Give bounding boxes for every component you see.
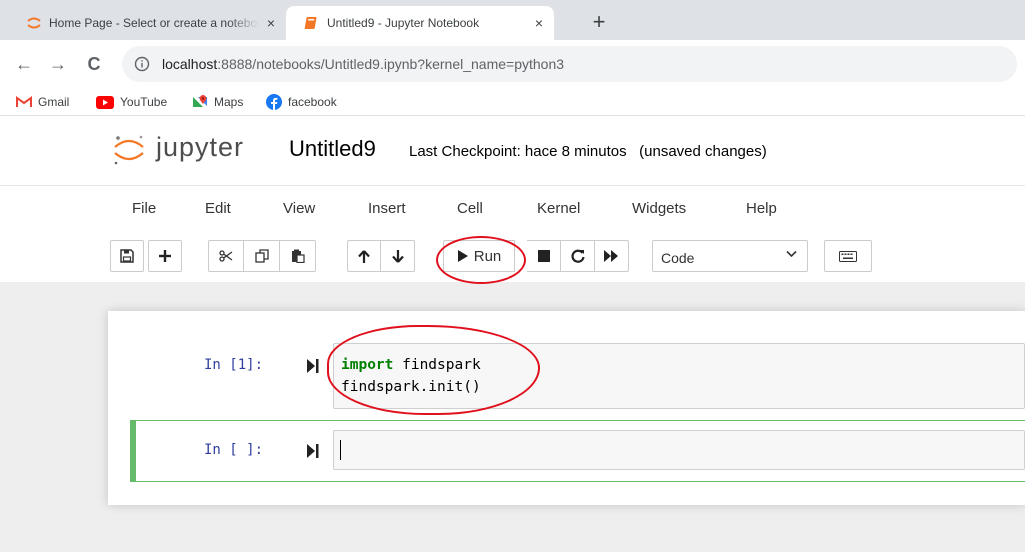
menu-view[interactable]: View — [283, 200, 315, 217]
move-down-button[interactable] — [381, 240, 415, 272]
keyboard-icon — [839, 250, 857, 262]
menu-bar: File Edit View Insert Cell Kernel Widget… — [100, 186, 1025, 232]
plus-icon — [159, 250, 171, 262]
notebook-name[interactable]: Untitled9 — [289, 136, 376, 162]
menu-widgets[interactable]: Widgets — [632, 200, 686, 217]
text-cursor — [340, 440, 341, 460]
menu-insert[interactable]: Insert — [368, 200, 406, 217]
arrow-up-icon — [358, 249, 370, 263]
bookmark-label: Maps — [214, 95, 244, 109]
move-up-button[interactable] — [347, 240, 381, 272]
cut-icon — [219, 250, 233, 262]
browser-toolbar: ← → C localhost:8888/notebooks/Untitled9… — [0, 40, 1025, 88]
close-icon[interactable]: × — [262, 14, 280, 32]
bookmark-facebook[interactable]: facebook — [266, 92, 337, 112]
menu-cell[interactable]: Cell — [457, 200, 483, 217]
tab-title: Untitled9 - Jupyter Notebook — [327, 16, 480, 30]
info-icon[interactable] — [134, 56, 150, 72]
run-cell-icon[interactable] — [307, 444, 319, 458]
arrow-down-icon — [391, 249, 404, 263]
cut-button[interactable] — [208, 240, 244, 272]
tab-title: Home Page - Select or create a notebook — [49, 16, 259, 30]
code-annotation — [327, 325, 540, 415]
restart-run-all-button[interactable] — [595, 240, 629, 272]
run-button-annotation — [436, 236, 526, 284]
notebook-toolbar: Run Code — [100, 236, 1025, 278]
address-bar[interactable]: localhost:8888/notebooks/Untitled9.ipynb… — [122, 46, 1017, 82]
tab-home-page[interactable]: Home Page - Select or create a notebook … — [8, 6, 286, 40]
bookmark-label: Gmail — [38, 95, 70, 109]
jupyter-logo-icon[interactable] — [112, 133, 146, 167]
chevron-down-icon — [786, 250, 797, 258]
url-path: :8888/notebooks/Untitled9.ipynb?kernel_n… — [217, 56, 565, 72]
jupyter-favicon-icon — [27, 17, 41, 29]
bookmark-gmail[interactable]: Gmail — [16, 92, 69, 112]
youtube-icon — [96, 95, 114, 109]
save-button[interactable] — [110, 240, 144, 272]
jupyter-header: jupyter Untitled9 Last Checkpoint: hace … — [0, 116, 1025, 186]
unsaved-changes: (unsaved changes) — [639, 143, 767, 160]
browser-tab-strip: Home Page - Select or create a notebook … — [0, 0, 1025, 40]
menu-help[interactable]: Help — [746, 200, 777, 217]
menu-edit[interactable]: Edit — [205, 200, 231, 217]
save-icon — [120, 249, 134, 263]
bookmark-maps[interactable]: Maps — [192, 92, 243, 112]
paste-button[interactable] — [280, 240, 316, 272]
restart-icon — [570, 249, 585, 263]
code-input-area[interactable] — [333, 430, 1025, 470]
facebook-icon — [266, 94, 282, 110]
fast-forward-icon — [604, 250, 618, 262]
back-button[interactable]: ← — [12, 52, 36, 76]
run-cell-icon[interactable] — [307, 359, 319, 373]
cell-type-value: Code — [661, 250, 695, 266]
bookmarks-bar: Gmail YouTube Maps facebook — [0, 88, 1025, 116]
bookmark-youtube[interactable]: YouTube — [96, 92, 167, 112]
jupyter-wordmark[interactable]: jupyter — [156, 132, 244, 163]
gmail-icon — [16, 96, 32, 107]
interrupt-button[interactable] — [527, 240, 561, 272]
cell-type-select[interactable]: Code — [652, 240, 808, 272]
close-icon[interactable]: × — [530, 14, 548, 32]
stop-icon — [537, 250, 550, 262]
forward-button[interactable]: → — [46, 52, 70, 76]
reload-button[interactable]: C — [82, 52, 106, 76]
copy-icon — [254, 249, 269, 263]
new-tab-button[interactable]: + — [586, 10, 612, 36]
copy-button[interactable] — [244, 240, 280, 272]
bookmark-label: YouTube — [120, 95, 168, 109]
cell-prompt: In [1]: — [204, 357, 264, 373]
notebook-favicon-icon — [304, 17, 317, 29]
command-palette-button[interactable] — [824, 240, 872, 272]
checkpoint-status: Last Checkpoint: hace 8 minutos (unsaved… — [409, 143, 767, 160]
restart-button[interactable] — [561, 240, 595, 272]
insert-cell-button[interactable] — [148, 240, 182, 272]
paste-icon — [291, 249, 305, 263]
maps-icon — [193, 95, 207, 107]
last-checkpoint: Last Checkpoint: hace 8 minutos — [409, 143, 627, 160]
url-host: localhost — [162, 56, 218, 72]
url-text[interactable]: localhost:8888/notebooks/Untitled9.ipynb… — [162, 56, 564, 72]
menu-kernel[interactable]: Kernel — [537, 200, 580, 217]
bookmark-label: facebook — [288, 95, 337, 109]
cell-prompt: In [ ]: — [204, 442, 264, 458]
menu-file[interactable]: File — [132, 200, 156, 217]
tab-untitled9[interactable]: Untitled9 - Jupyter Notebook × — [286, 6, 554, 40]
